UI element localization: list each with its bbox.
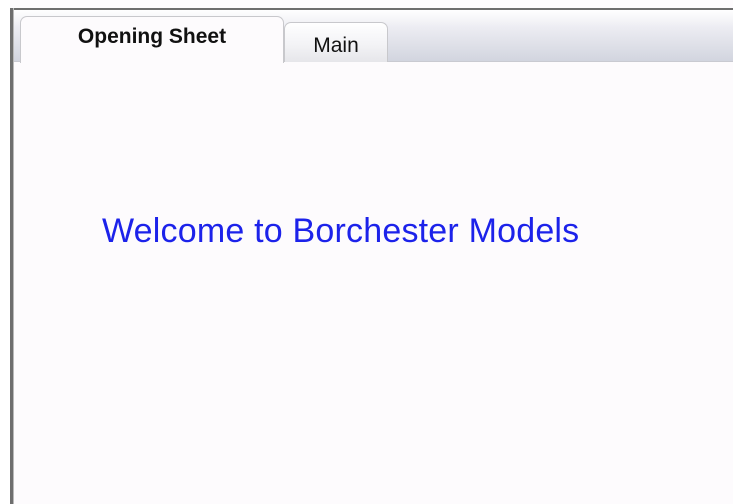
welcome-heading: Welcome to Borchester Models: [102, 212, 580, 250]
tab-opening-sheet[interactable]: Opening Sheet: [20, 16, 284, 63]
app-window: Opening Sheet Main Welcome to Borchester…: [0, 0, 733, 504]
sheet-tab-bar: Opening Sheet Main: [14, 10, 733, 63]
window-margin: [0, 0, 10, 504]
tab-main[interactable]: Main: [284, 22, 388, 62]
sheet-content: Welcome to Borchester Models: [14, 62, 733, 504]
